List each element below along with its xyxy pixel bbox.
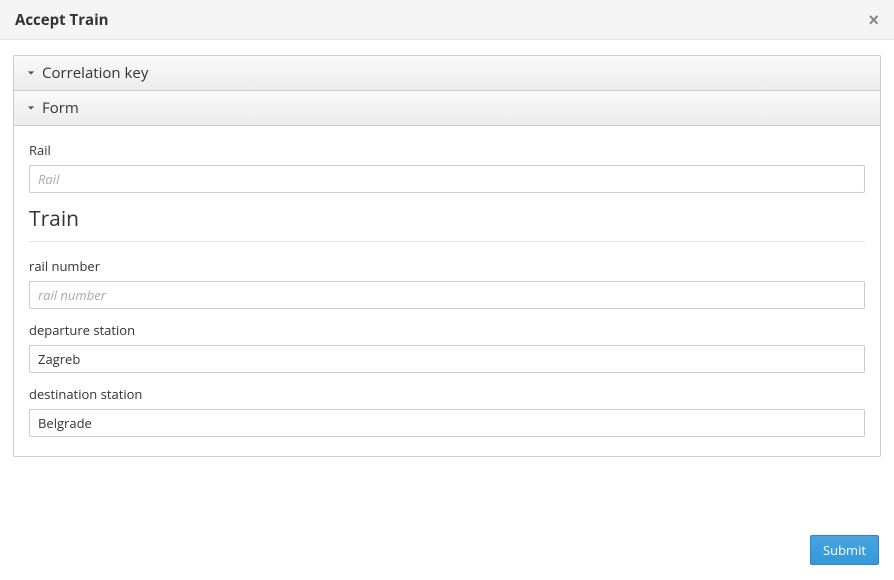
correlation-key-title: Correlation key xyxy=(42,63,148,83)
form-panel-title: Form xyxy=(42,98,79,118)
destination-station-label: destination station xyxy=(29,385,865,403)
panel: Correlation key Form Rail Train rail num… xyxy=(13,55,881,457)
section-divider xyxy=(29,241,865,242)
form-panel-header[interactable]: Form xyxy=(14,91,880,126)
modal-footer: Submit xyxy=(810,535,879,565)
modal-header: Accept Train × xyxy=(0,0,894,40)
departure-station-label: departure station xyxy=(29,321,865,339)
destination-station-input[interactable] xyxy=(29,409,865,437)
rail-input[interactable] xyxy=(29,165,865,193)
rail-number-form-group: rail number xyxy=(29,257,865,309)
rail-label: Rail xyxy=(29,141,865,159)
panel-container: Correlation key Form Rail Train rail num… xyxy=(0,40,894,457)
rail-number-label: rail number xyxy=(29,257,865,275)
rail-number-input[interactable] xyxy=(29,281,865,309)
chevron-down-icon xyxy=(26,103,36,113)
rail-form-group: Rail xyxy=(29,141,865,193)
form-panel-body: Rail Train rail number departure station… xyxy=(14,126,880,456)
destination-station-form-group: destination station xyxy=(29,385,865,437)
close-button[interactable]: × xyxy=(868,11,879,29)
correlation-key-panel-header[interactable]: Correlation key xyxy=(14,56,880,91)
departure-station-input[interactable] xyxy=(29,345,865,373)
train-section-heading: Train xyxy=(29,205,865,233)
chevron-down-icon xyxy=(26,68,36,78)
modal-title: Accept Train xyxy=(15,10,109,30)
departure-station-form-group: departure station xyxy=(29,321,865,373)
submit-button[interactable]: Submit xyxy=(810,535,879,565)
